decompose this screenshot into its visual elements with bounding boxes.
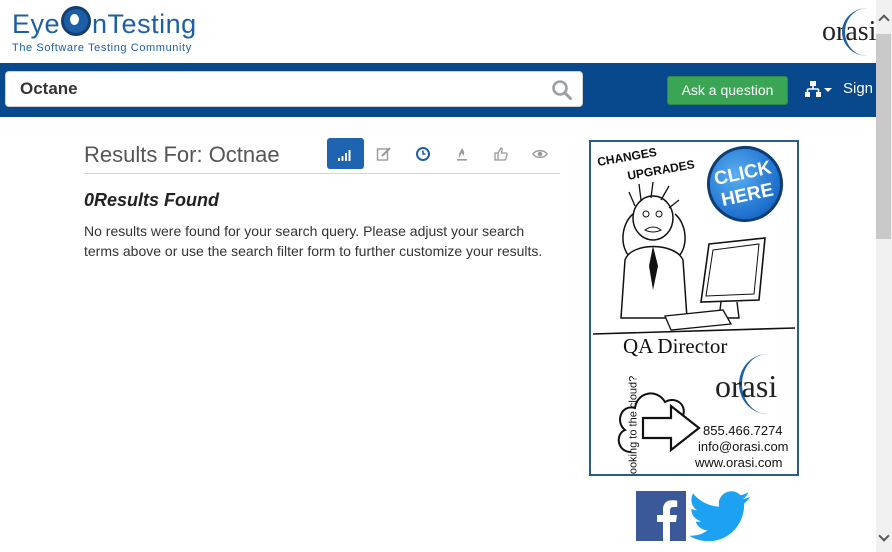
results-title: Results For: Octnae xyxy=(84,142,280,167)
eye-icon xyxy=(532,149,548,159)
cloud-arrow-icon xyxy=(617,392,701,453)
tab-relevance[interactable] xyxy=(327,138,364,169)
thumbs-up-icon xyxy=(494,147,508,161)
signin-link[interactable]: Sign xyxy=(843,80,873,97)
ad-email: info@orasi.com xyxy=(698,439,789,454)
logo-tagline: The Software Testing Community xyxy=(12,42,192,54)
top-header: Eye nTesting The Software Testing Communi… xyxy=(0,0,876,63)
navbar: Ask a question Sign xyxy=(0,63,876,117)
search-box xyxy=(5,71,583,107)
tab-edited[interactable] xyxy=(366,138,403,169)
sitemap-icon[interactable] xyxy=(803,79,833,101)
ad-qa-director-text: QA Director xyxy=(623,334,728,358)
search-icon[interactable] xyxy=(552,80,572,100)
tab-views[interactable] xyxy=(522,138,559,169)
no-results-heading: 0Results Found xyxy=(84,190,220,210)
ask-question-button[interactable]: Ask a question xyxy=(667,76,788,105)
orasi-logo[interactable]: orasi xyxy=(820,6,876,56)
no-results-message: No results were found for your search qu… xyxy=(84,223,543,259)
facebook-icon[interactable] xyxy=(636,491,686,541)
orasi-advertisement[interactable]: CHANGES UPGRADES CLICK HERE QA Director … xyxy=(589,140,799,476)
edit-icon xyxy=(376,147,391,161)
results-header: Results For: Octnae xyxy=(84,138,560,174)
logo-eye-icon xyxy=(61,6,92,36)
scroll-up-arrow[interactable] xyxy=(876,0,892,34)
search-input[interactable] xyxy=(6,72,574,106)
signal-bars-icon xyxy=(338,150,351,161)
ad-phone: 855.466.7274 xyxy=(703,423,783,438)
tab-hot[interactable] xyxy=(444,138,481,169)
site-logo[interactable]: Eye nTesting The Software Testing Communi… xyxy=(12,4,212,58)
ad-website: www.orasi.com xyxy=(695,455,783,470)
scroll-down-arrow[interactable] xyxy=(876,528,892,552)
tab-votes[interactable] xyxy=(483,138,520,169)
tab-recent[interactable] xyxy=(405,138,442,169)
vertical-scrollbar[interactable] xyxy=(876,0,892,552)
flame-icon xyxy=(457,148,467,161)
ad-orasi-logo: orasi xyxy=(715,368,778,404)
scroll-thumb[interactable] xyxy=(876,34,891,239)
logo-wordmark: Eye nTesting xyxy=(12,6,197,40)
clock-icon xyxy=(416,147,430,161)
twitter-icon[interactable] xyxy=(690,491,752,541)
